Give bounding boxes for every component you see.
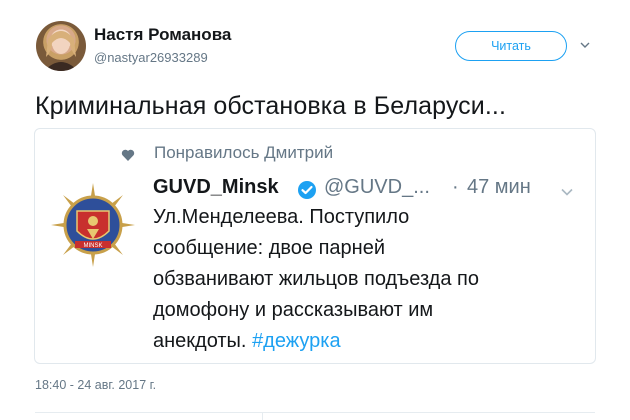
quoted-text-line: Ул.Менделеева. Поступило [153,206,410,228]
avatar[interactable] [36,21,86,71]
separator-dot: · [452,176,459,198]
quoted-text-line: сообщение: двое парней [153,237,386,259]
chevron-down-icon[interactable] [580,40,590,50]
tweet-timestamp[interactable]: 18:40 - 24 авг. 2017 г. [35,378,156,392]
chevron-down-icon[interactable] [561,186,573,198]
liked-by-text: Понравилось Дмитрий [154,143,334,162]
guvd-logo[interactable]: MINSK [48,180,138,270]
author-name[interactable]: Настя Романова [94,25,231,45]
quoted-text-line: домофону и рассказывают им [153,299,434,321]
follow-button[interactable]: Читать [455,31,567,61]
divider [262,412,263,420]
divider [35,412,595,413]
hashtag-link[interactable]: #дежурка [252,330,341,352]
quoted-last-words: анекдоты. [153,330,247,352]
quoted-author-name[interactable]: GUVD_Minsk [153,176,279,199]
heart-icon [121,149,135,161]
quoted-author-handle[interactable]: @GUVD_... [324,176,430,199]
quoted-text-line: обзванивают жильцов подъезда по [153,268,479,290]
quoted-time[interactable]: 47 мин [467,176,531,199]
quoted-text-line: анекдоты. #дежурка [153,330,341,353]
svg-text:MINSK: MINSK [83,243,102,249]
tweet-text: Криминальная обстановка в Беларуси... [35,92,506,120]
verified-badge-icon [298,181,316,199]
author-handle[interactable]: @nastyar26933289 [94,50,208,65]
